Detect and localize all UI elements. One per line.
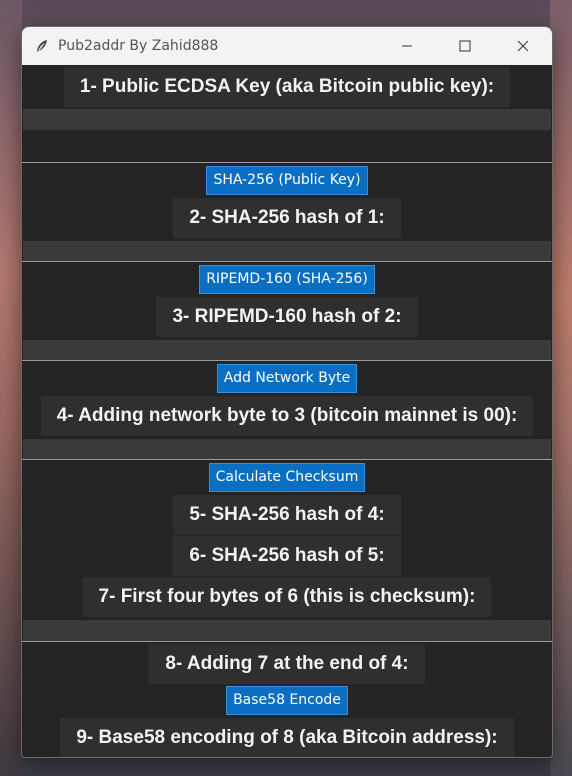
section-network-byte: Add Network Byte 4- Adding network byte … xyxy=(22,360,552,460)
ripemd160-button[interactable]: RIPEMD-160 (SHA-256) xyxy=(199,265,375,294)
main-content: 1- Public ECDSA Key (aka Bitcoin public … xyxy=(22,65,552,757)
section-ripemd160: RIPEMD-160 (SHA-256) 3- RIPEMD-160 hash … xyxy=(22,261,552,361)
sha256-field[interactable] xyxy=(23,241,551,262)
close-icon xyxy=(517,40,529,52)
maximize-icon xyxy=(459,40,471,52)
section-public-key: 1- Public ECDSA Key (aka Bitcoin public … xyxy=(22,65,552,162)
desktop-background-left xyxy=(0,0,22,776)
network-byte-field[interactable] xyxy=(23,439,551,460)
calculate-checksum-button[interactable]: Calculate Checksum xyxy=(208,463,366,492)
label-ripemd160: 3- RIPEMD-160 hash of 2: xyxy=(156,297,418,337)
close-button[interactable] xyxy=(494,27,552,65)
label-base58-address: 9- Base58 encoding of 8 (aka Bitcoin add… xyxy=(60,718,514,757)
checksum-field[interactable] xyxy=(23,620,551,641)
desktop-background-right xyxy=(550,0,572,776)
minimize-icon xyxy=(402,45,412,47)
public-key-field[interactable] xyxy=(23,109,551,130)
maximize-button[interactable] xyxy=(436,27,494,65)
app-window: Pub2addr By Zahid888 1- Public ECDSA Key… xyxy=(21,26,553,758)
section-sha256: SHA-256 (Public Key) 2- SHA-256 hash of … xyxy=(22,162,552,262)
ripemd160-field[interactable] xyxy=(23,340,551,361)
label-sha256: 2- SHA-256 hash of 1: xyxy=(173,198,401,238)
title-bar[interactable]: Pub2addr By Zahid888 xyxy=(22,27,552,65)
section-base58: 8- Adding 7 at the end of 4: Base58 Enco… xyxy=(22,641,552,757)
sha256-button[interactable]: SHA-256 (Public Key) xyxy=(206,166,368,195)
base58-encode-button[interactable]: Base58 Encode xyxy=(226,686,348,715)
label-network-byte: 4- Adding network byte to 3 (bitcoin mai… xyxy=(40,396,534,436)
add-network-byte-button[interactable]: Add Network Byte xyxy=(216,364,358,393)
label-public-key: 1- Public ECDSA Key (aka Bitcoin public … xyxy=(63,67,511,107)
feather-icon xyxy=(37,40,47,52)
section-checksum: Calculate Checksum 5- SHA-256 hash of 4:… xyxy=(22,459,552,641)
label-append-checksum: 8- Adding 7 at the end of 4: xyxy=(149,644,425,684)
minimize-button[interactable] xyxy=(378,27,436,65)
label-sha256-of-5: 6- SHA-256 hash of 5: xyxy=(173,536,401,576)
label-checksum: 7- First four bytes of 6 (this is checks… xyxy=(82,577,492,617)
window-title: Pub2addr By Zahid888 xyxy=(58,38,219,54)
label-sha256-of-4: 5- SHA-256 hash of 4: xyxy=(173,495,401,535)
